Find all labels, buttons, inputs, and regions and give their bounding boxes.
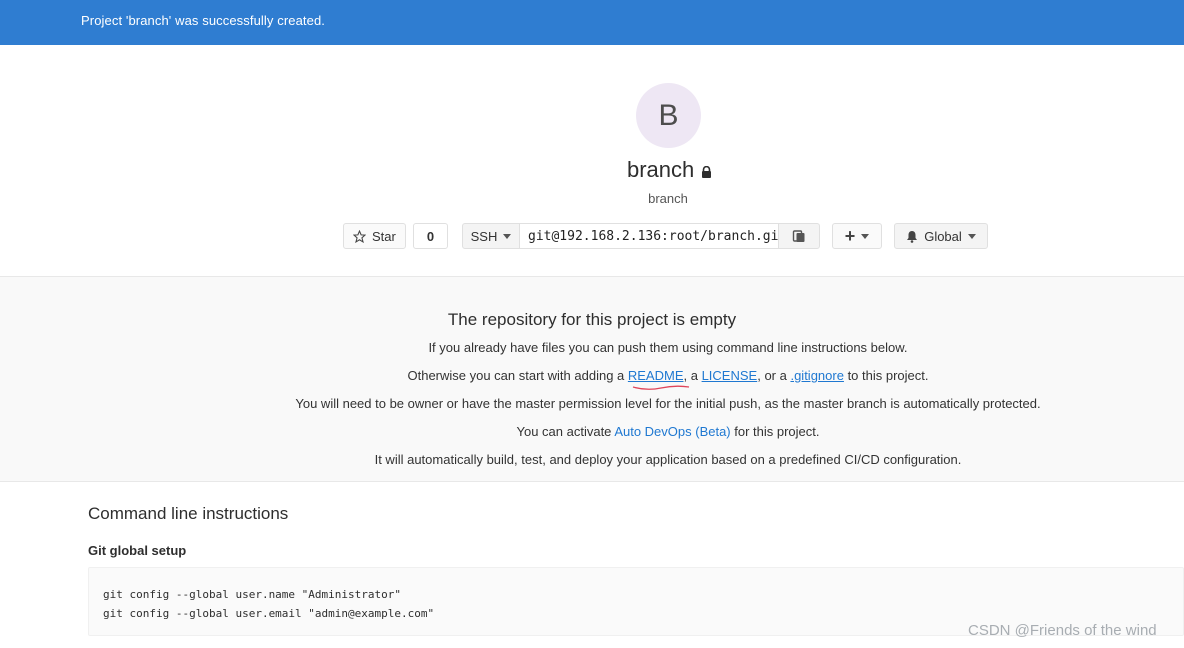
clipboard-icon — [792, 230, 805, 242]
line2-sep2: , or a — [757, 368, 791, 383]
add-new-dropdown[interactable]: + — [832, 223, 882, 249]
chevron-down-icon — [967, 233, 976, 239]
empty-repo-line-3: You will need to be owner or have the ma… — [295, 396, 1041, 411]
notifications-label: Global — [924, 228, 962, 244]
plus-icon: + — [844, 226, 856, 246]
empty-repo-line-2: Otherwise you can start with adding a RE… — [0, 368, 1184, 383]
command-line-instructions-heading: Command line instructions — [88, 504, 289, 523]
line2-prefix: Otherwise you can start with adding a — [407, 368, 628, 383]
auto-devops-link[interactable]: Auto DevOps (Beta) — [614, 424, 730, 439]
line4-suffix: for this project. — [730, 424, 820, 439]
empty-repo-title: The repository for this project is empty — [447, 310, 737, 329]
chevron-down-icon — [503, 233, 512, 239]
star-icon — [353, 229, 366, 243]
flash-message: Project 'branch' was successfully create… — [81, 13, 325, 28]
gitignore-link[interactable]: .gitignore — [790, 368, 843, 383]
project-avatar: B — [636, 83, 701, 148]
clone-protocol-label: SSH — [470, 228, 498, 244]
avatar-letter: B — [658, 98, 679, 132]
empty-repo-line-4: You can activate Auto DevOps (Beta) for … — [0, 424, 1184, 439]
notifications-dropdown[interactable]: Global — [894, 223, 988, 249]
annotation-underline — [632, 385, 690, 390]
readme-link[interactable]: README — [628, 368, 684, 383]
chevron-down-icon — [861, 233, 870, 239]
git-global-setup-heading: Git global setup — [88, 543, 187, 558]
line4-prefix: You can activate — [516, 424, 615, 439]
watermark: CSDN @Friends of the wind — [968, 622, 1157, 639]
empty-repo-line-1: If you already have files you can push t… — [428, 340, 908, 355]
lock-icon — [702, 166, 711, 178]
project-title: branch — [627, 157, 695, 182]
license-link[interactable]: LICENSE — [702, 368, 758, 383]
line2-suffix: to this project. — [843, 368, 929, 383]
clone-protocol-dropdown[interactable]: SSH — [462, 223, 520, 249]
star-label: Star — [372, 228, 396, 244]
project-description: branch — [648, 191, 688, 206]
line2-sep1: , a — [683, 368, 702, 383]
empty-repo-line-5: It will automatically build, test, and d… — [374, 452, 962, 467]
clone-url-input[interactable]: git@192.168.2.136:root/branch.git — [520, 223, 778, 249]
star-count[interactable]: 0 — [413, 223, 448, 249]
copy-url-button[interactable] — [778, 223, 820, 249]
star-button[interactable]: Star — [343, 223, 406, 249]
flash-banner: Project 'branch' was successfully create… — [0, 0, 1184, 45]
bell-icon — [907, 230, 918, 243]
